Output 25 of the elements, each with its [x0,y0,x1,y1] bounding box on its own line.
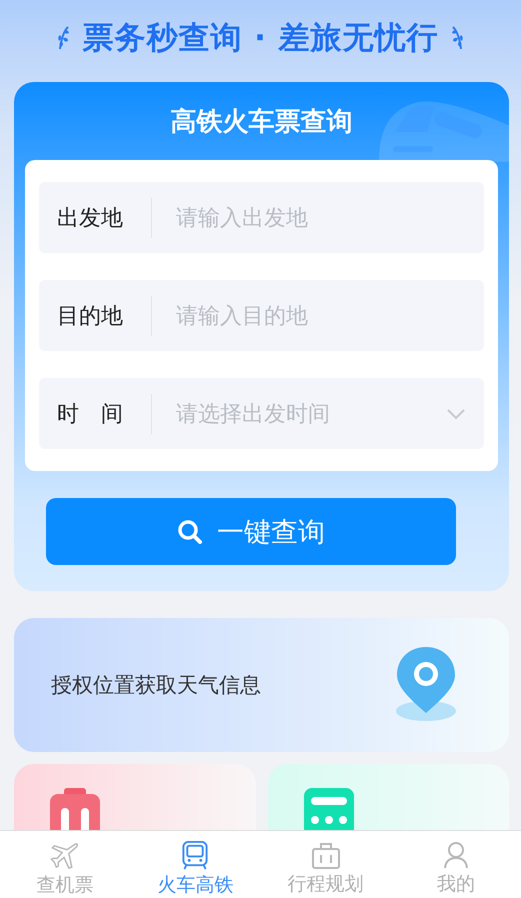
placeholder: 请输入目的地 [176,302,309,330]
tool-card[interactable] [268,764,509,830]
field-label: 时 间 [57,400,124,428]
field-label: 出发地 [57,204,124,232]
airplane-icon [50,841,80,870]
input-field[interactable]: 目的地 请输入目的地 [39,280,484,351]
field-label: 目的地 [57,302,124,330]
slogan: 票务秒查询 · 差旅无忧行 [82,19,439,58]
briefcase-icon [312,841,340,869]
chevron-down-icon [446,408,466,420]
placeholder: 请输入出发地 [176,204,309,232]
tab[interactable]: 行程规划 [260,831,391,898]
select-field[interactable]: 时 间 请选择出发时间 [39,378,484,449]
card-title: 高铁火车票查询 [170,106,352,138]
train-icon [181,841,210,870]
tab[interactable]: 我的 [390,831,521,898]
placeholder: 请选择出发时间 [176,400,331,428]
search-button[interactable]: 一键查询 [46,498,456,565]
weather-prompt[interactable]: 授权位置获取天气信息 [51,671,261,699]
tab[interactable]: 火车高铁 [130,831,260,898]
search-icon [177,518,203,544]
input-field[interactable]: 出发地 请输入出发地 [39,182,484,253]
tool-card[interactable] [14,764,256,830]
person-icon [442,841,469,869]
tab[interactable]: 查机票 [0,831,130,898]
